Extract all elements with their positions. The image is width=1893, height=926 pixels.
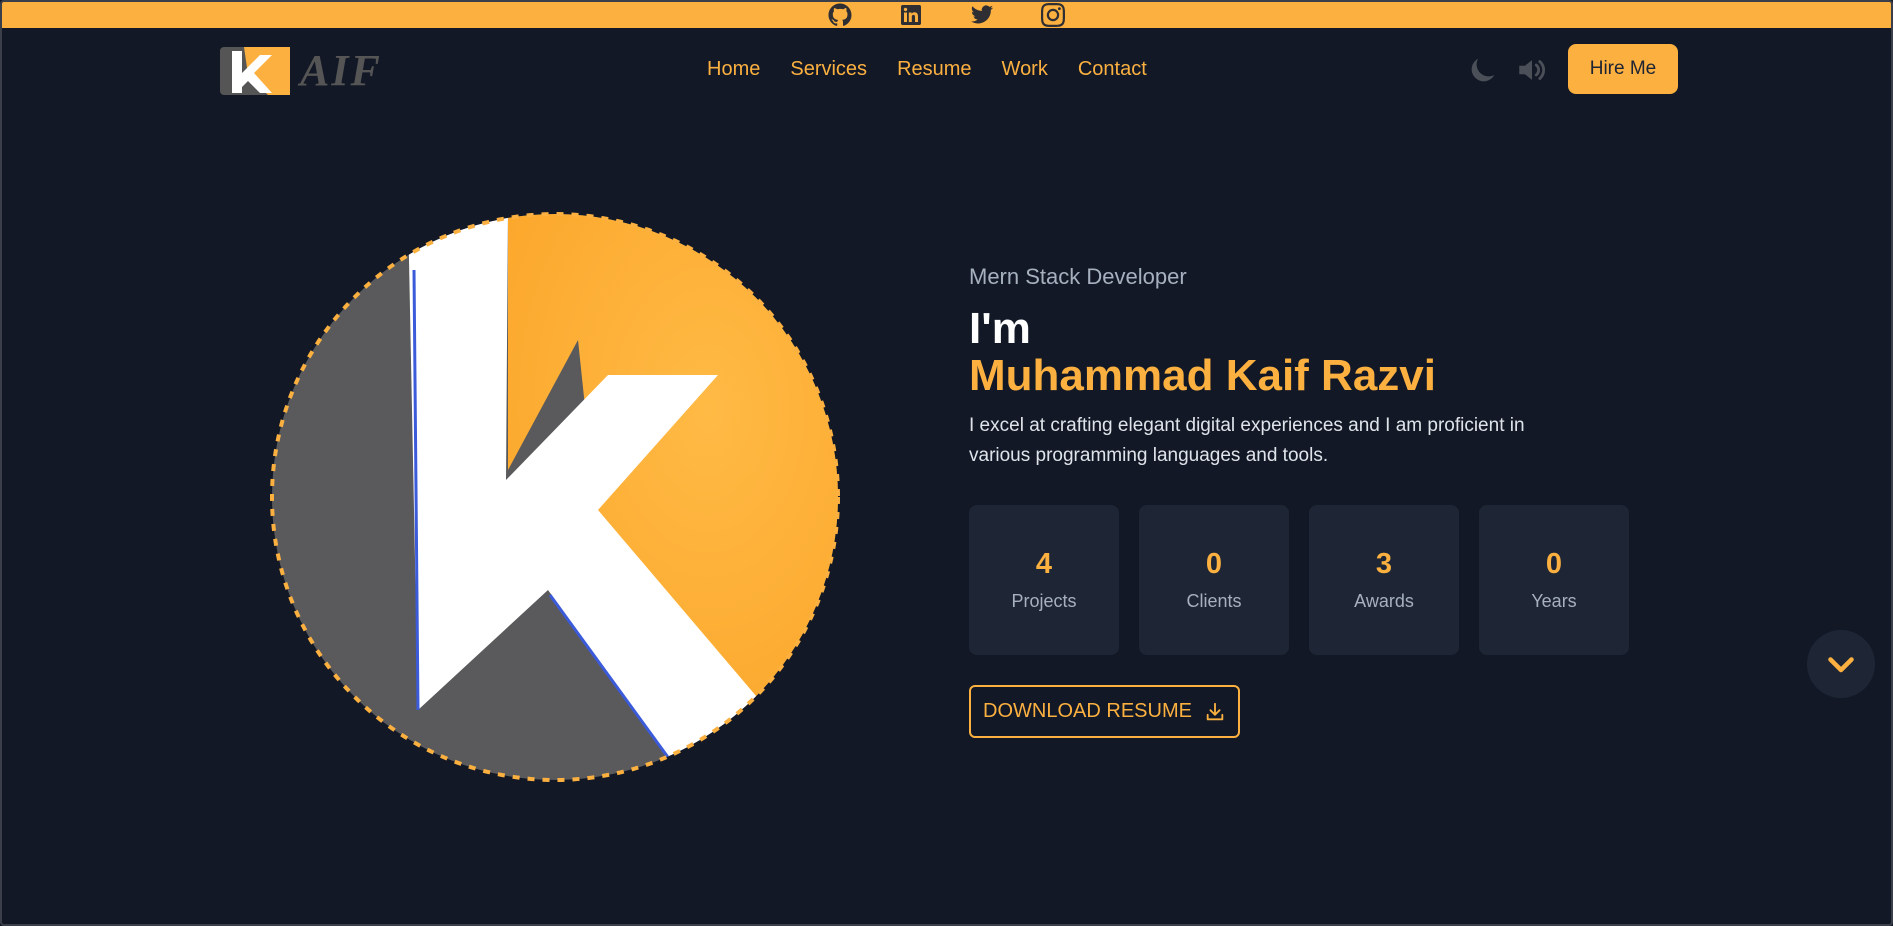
- nav-home[interactable]: Home: [707, 58, 760, 81]
- hero-intro: Mern Stack Developer I'm Muhammad Kaif R…: [969, 264, 1669, 471]
- logo-text: AIF: [300, 46, 382, 95]
- download-icon: [1206, 702, 1224, 720]
- stat-value: 0: [1545, 548, 1563, 580]
- hero-name: Muhammad Kaif Razvi: [969, 351, 1436, 401]
- stat-card-years: 0 Years: [1479, 505, 1629, 655]
- navbar: AIF Home Services Resume Work Contact Hi…: [2, 28, 1891, 112]
- page-frame: AIF Home Services Resume Work Contact Hi…: [0, 0, 1893, 926]
- hero-avatar: [268, 210, 842, 784]
- stat-label: Years: [1531, 591, 1577, 611]
- linkedin-icon[interactable]: [898, 2, 924, 28]
- stat-card-clients: 0 Clients: [1139, 505, 1289, 655]
- stat-card-awards: 3 Awards: [1309, 505, 1459, 655]
- chevron-down-icon: [1828, 657, 1854, 673]
- moon-icon[interactable]: [1464, 51, 1502, 89]
- stats-row: 4 Projects 0 Clients 3 Awards 0 Years: [969, 505, 1629, 655]
- logo[interactable]: AIF: [218, 44, 423, 98]
- hire-me-button[interactable]: Hire Me: [1568, 44, 1678, 94]
- social-bar: [2, 2, 1891, 28]
- stat-value: 3: [1375, 548, 1393, 580]
- stat-value: 0: [1205, 548, 1223, 580]
- logo-mark-icon: [220, 47, 290, 95]
- stat-label: Clients: [1186, 591, 1242, 611]
- nav-services[interactable]: Services: [790, 58, 867, 81]
- speaker-icon[interactable]: [1513, 51, 1551, 89]
- download-resume-button[interactable]: DOWNLOAD RESUME: [969, 685, 1240, 738]
- main-nav: Home Services Resume Work Contact: [707, 58, 1147, 81]
- greeting: I'm: [969, 304, 1031, 353]
- nav-work[interactable]: Work: [1002, 58, 1048, 81]
- hero-description: I excel at crafting elegant digital expe…: [969, 414, 1525, 466]
- nav-contact[interactable]: Contact: [1078, 58, 1147, 81]
- stat-value: 4: [1035, 548, 1053, 580]
- scroll-down-button[interactable]: [1807, 630, 1875, 698]
- stat-label: Awards: [1354, 591, 1414, 611]
- twitter-icon[interactable]: [969, 2, 995, 28]
- github-icon[interactable]: [827, 2, 853, 28]
- download-resume-label: DOWNLOAD RESUME: [983, 700, 1192, 722]
- nav-resume[interactable]: Resume: [897, 58, 971, 81]
- role-title: Mern Stack Developer: [969, 264, 1187, 289]
- stat-card-projects: 4 Projects: [969, 505, 1119, 655]
- instagram-icon[interactable]: [1040, 2, 1066, 28]
- stat-label: Projects: [1011, 591, 1077, 611]
